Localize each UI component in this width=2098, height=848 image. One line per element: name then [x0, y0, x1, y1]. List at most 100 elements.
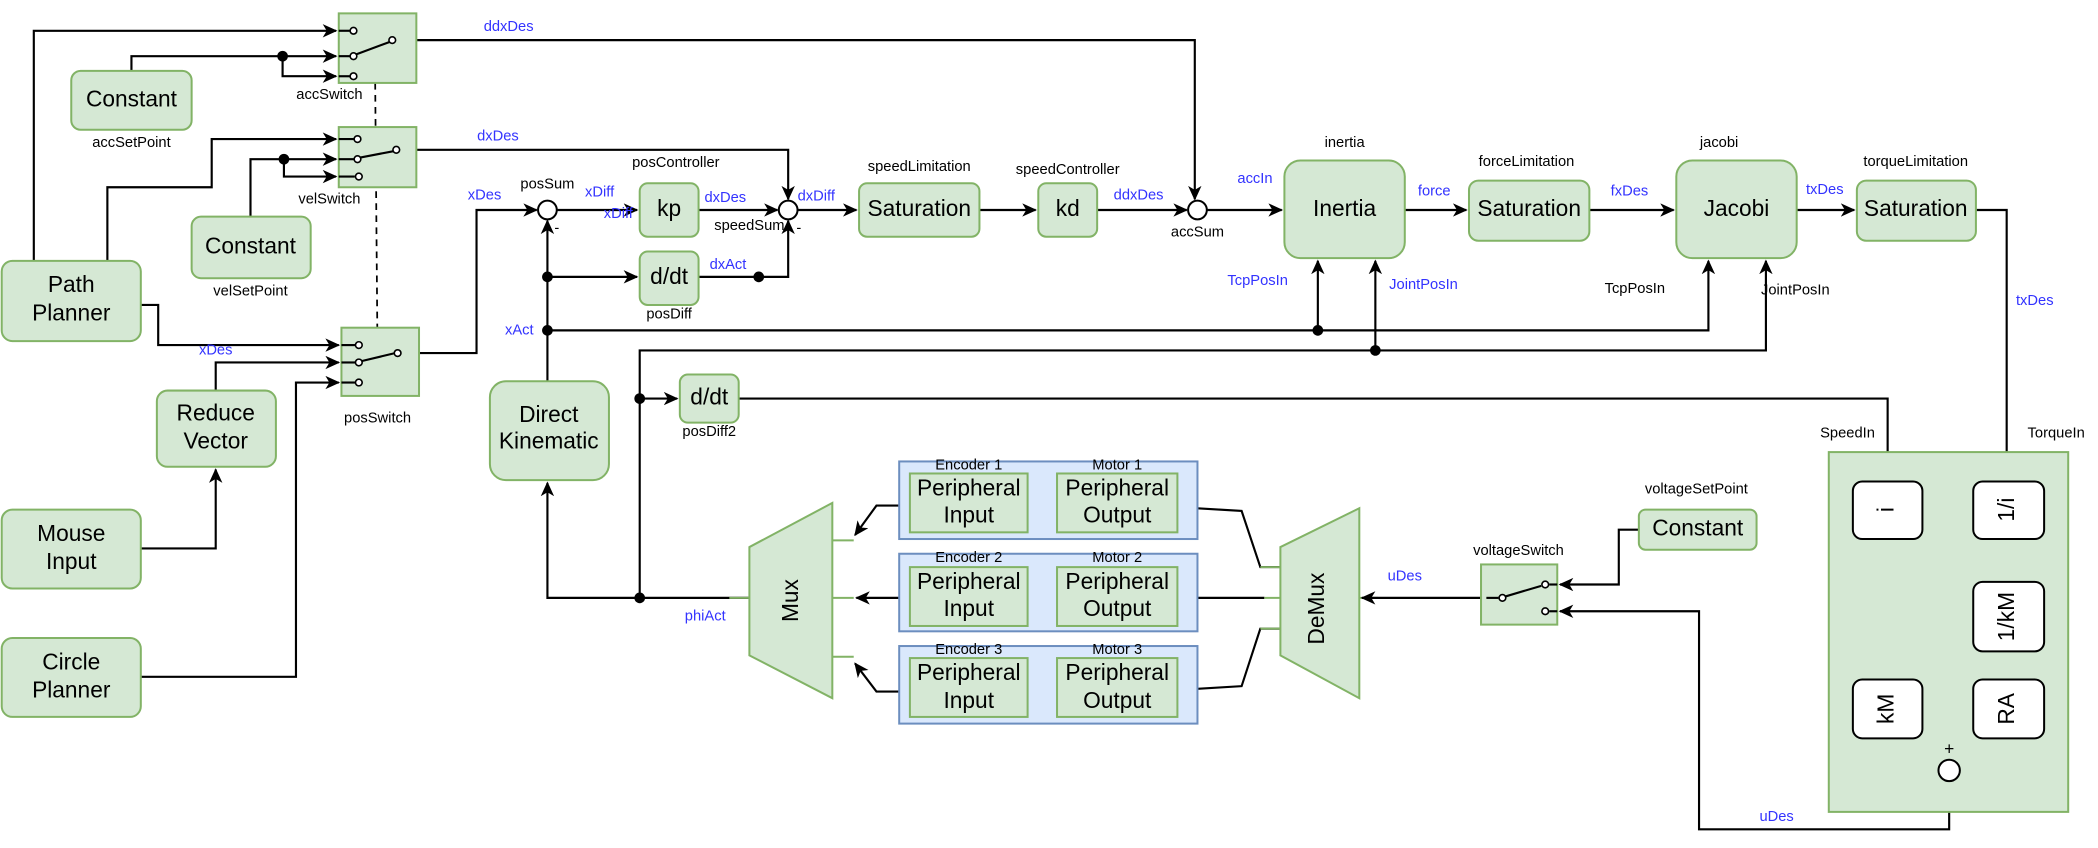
peripheral-group-3: Encoder 3 Motor 3 Peripheral Input Perip…: [898, 642, 1199, 725]
signal-label: accIn: [1237, 171, 1272, 187]
signal-label: force: [1418, 183, 1451, 199]
block-text: DeMux: [1303, 572, 1329, 645]
block-text: Saturation: [867, 195, 971, 221]
block-label: speedSum: [714, 218, 784, 234]
voltage-switch-label: voltageSwitch: [1473, 543, 1564, 559]
block-label: accSum: [1171, 225, 1224, 241]
acc-switch[interactable]: accSwitch: [296, 12, 418, 103]
block-label: posSum: [520, 177, 574, 193]
pos-switch[interactable]: posSwitch: [340, 326, 421, 427]
motor-label: Motor 2: [1092, 550, 1142, 566]
signal-label: uDes: [1388, 568, 1422, 584]
peripheral-output[interactable]: Output: [1083, 687, 1152, 713]
port-label: TcpPosIn: [1605, 281, 1665, 297]
mouse-input-block[interactable]: Mouse Input: [0, 508, 142, 590]
pos-diff2-block[interactable]: d/dt posDiff2: [678, 373, 740, 441]
signal-label: uDes: [1759, 809, 1793, 825]
pos-switch-label: posSwitch: [344, 411, 411, 427]
signal-label: dxAct: [710, 257, 747, 273]
signal-label: xAct: [505, 322, 534, 338]
block-label: velSetPoint: [213, 284, 287, 300]
gain-km: kM: [1873, 694, 1899, 724]
mux-block[interactable]: Mux: [748, 501, 834, 700]
peripheral-group-2: Encoder 2 Motor 2 Peripheral Input Perip…: [898, 550, 1199, 633]
block-text: Circle: [42, 648, 100, 674]
block-text: Constant: [1652, 515, 1744, 541]
block-text: Reduce: [177, 400, 255, 426]
motor-model-block[interactable]: SpeedIn TorqueIn i 1/i 1/kM kM RA +: [1820, 425, 2085, 813]
encoder-label: Encoder 2: [935, 550, 1002, 566]
gain-inv-km: 1/kM: [1993, 592, 2019, 641]
motor-label: Motor 1: [1092, 457, 1142, 473]
peripheral-input[interactable]: Input: [943, 501, 994, 527]
signal-label: dxDes: [477, 128, 519, 144]
block-label: voltageSetPoint: [1645, 482, 1748, 498]
vel-set-point-constant[interactable]: Constant velSetPoint: [190, 215, 312, 300]
acc-set-point-constant[interactable]: Constant accSetPoint: [70, 69, 193, 151]
peripheral-output[interactable]: Output: [1083, 595, 1152, 621]
signal-label: TcpPosIn: [1227, 273, 1287, 289]
signal-label: JointPosIn: [1389, 277, 1458, 293]
peripheral-input[interactable]: Peripheral: [917, 568, 1021, 594]
torque-in-label: TorqueIn: [2028, 425, 2085, 441]
block-label: inertia: [1325, 135, 1366, 151]
kd-block[interactable]: kd speedController: [1016, 162, 1120, 238]
block-text: Vector: [184, 428, 249, 454]
reduce-vector-block[interactable]: Reduce Vector: [155, 389, 277, 468]
peripheral-input[interactable]: Peripheral: [917, 659, 1021, 685]
block-text: Path: [48, 271, 95, 297]
encoder-label: Encoder 1: [935, 457, 1002, 473]
torque-limitation-block[interactable]: Saturation torqueLimitation: [1855, 154, 1977, 242]
signal-label: dxDes: [704, 190, 746, 206]
peripheral-input[interactable]: Input: [943, 595, 994, 621]
block-text: Constant: [205, 232, 297, 258]
block-label: accSetPoint: [92, 135, 170, 151]
block-label: posController: [632, 155, 720, 171]
inertia-block[interactable]: Inertia inertia: [1283, 135, 1406, 260]
block-label: torqueLimitation: [1863, 154, 1968, 170]
block-text: Planner: [32, 677, 111, 703]
signal-label: phiAct: [685, 609, 726, 625]
voltage-switch[interactable]: voltageSwitch: [1473, 543, 1564, 626]
block-text: Planner: [32, 299, 111, 325]
signal-label: xDiff: [604, 206, 634, 222]
speed-limitation-block[interactable]: Saturation speedLimitation: [858, 159, 981, 238]
signal-label: ddxDes: [1114, 187, 1164, 203]
peripheral-output[interactable]: Peripheral: [1065, 475, 1169, 501]
peripheral-input[interactable]: Peripheral: [917, 475, 1021, 501]
peripheral-output[interactable]: Peripheral: [1065, 659, 1169, 685]
demux-block[interactable]: DeMux: [1279, 506, 1361, 700]
block-text: kp: [657, 195, 681, 221]
block-text: Saturation: [1864, 195, 1968, 221]
jacobi-block[interactable]: Jacobi jacobi TcpPosIn JointPosIn: [1605, 135, 1830, 298]
voltage-set-point-constant[interactable]: Constant voltageSetPoint: [1637, 482, 1758, 551]
block-label: speedController: [1016, 162, 1120, 178]
path-planner-block[interactable]: Path Planner: [0, 259, 142, 343]
block-label: speedLimitation: [868, 159, 971, 175]
block-text: Saturation: [1477, 195, 1581, 221]
peripheral-output[interactable]: Output: [1083, 501, 1152, 527]
circle-planner-block[interactable]: Circle Planner: [0, 637, 142, 718]
force-limitation-block[interactable]: Saturation forceLimitation: [1467, 154, 1591, 242]
block-text: d/dt: [650, 263, 689, 289]
pos-diff-block[interactable]: d/dt posDiff: [638, 250, 700, 322]
acc-sum[interactable]: accSum: [1171, 199, 1224, 241]
direct-kinematic-block[interactable]: Direct Kinematic: [488, 380, 610, 482]
signal-label: xDes: [468, 187, 502, 203]
port-label: JointPosIn: [1761, 282, 1830, 298]
peripheral-output[interactable]: Peripheral: [1065, 568, 1169, 594]
block-text: Mouse: [37, 520, 105, 546]
signal-label: xDiff: [585, 185, 615, 201]
block-text: Direct: [519, 401, 579, 427]
gain-inv-i: 1/i: [1993, 498, 2019, 522]
acc-switch-label: accSwitch: [296, 87, 362, 103]
block-label: posDiff: [646, 306, 692, 322]
minus-sign: -: [796, 221, 801, 237]
minus-sign: -: [554, 221, 559, 237]
peripheral-input[interactable]: Input: [943, 687, 994, 713]
block-label: posDiff2: [682, 424, 736, 440]
motor-label: Motor 3: [1092, 642, 1142, 658]
block-label: jacobi: [1699, 135, 1738, 151]
gain-ra: RA: [1993, 692, 2019, 724]
block-text: kd: [1056, 195, 1080, 221]
